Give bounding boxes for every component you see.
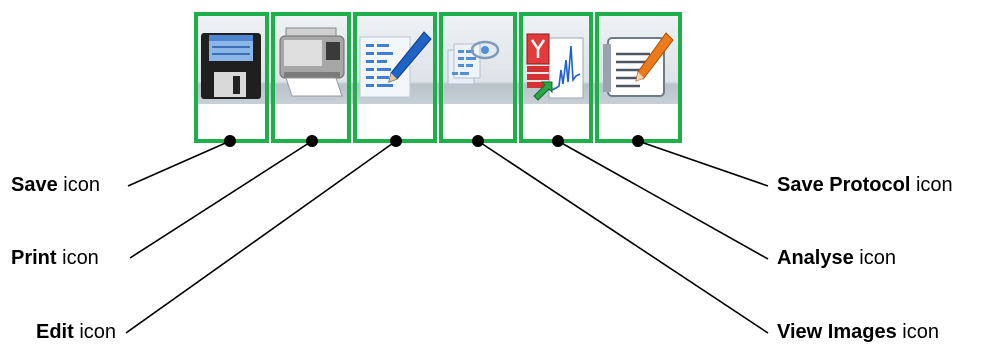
leader-lines (125, 140, 769, 334)
analyse-dot (552, 135, 564, 147)
print-dot (306, 135, 318, 147)
save-protocol-label-name: Save Protocol (777, 174, 911, 196)
save-protocol-leader-line (637, 140, 769, 187)
view-images-leader-line (477, 140, 769, 334)
save-protocol-notepad-icon[interactable] (603, 32, 674, 97)
edit-icon-label: Edit icon (36, 320, 116, 344)
save-label-suffix: icon (57, 174, 100, 196)
view-images-icon-label: View Images icon (777, 320, 939, 344)
print-label-suffix: icon (56, 247, 99, 269)
analyse-leader-line (557, 140, 769, 260)
save-protocol-icon-label: Save Protocol icon (777, 173, 953, 197)
view-images-label-suffix: icon (896, 321, 939, 343)
floppy-disk-icon[interactable] (201, 33, 261, 99)
view-images-dot (472, 135, 484, 147)
icon-legend-diagram: Save icon Print icon Edit icon Save Prot… (0, 0, 1002, 347)
save-dot (224, 135, 236, 147)
analyse-label-name: Analyse (777, 247, 854, 269)
analyse-icon-label: Analyse icon (777, 246, 896, 270)
edit-dot (390, 135, 402, 147)
edit-label-name: Edit (36, 321, 74, 343)
save-protocol-dot (632, 135, 644, 147)
edit-label-suffix: icon (73, 321, 117, 343)
save-protocol-label-suffix: icon (910, 174, 953, 196)
save-leader-line (127, 140, 231, 187)
print-leader-line (129, 140, 313, 259)
print-label-name: Print (11, 247, 57, 269)
analyse-label-suffix: icon (853, 247, 896, 269)
save-icon-label: Save icon (11, 173, 100, 197)
save-label-name: Save (11, 174, 58, 196)
print-icon-label: Print icon (11, 246, 99, 270)
view-images-label-name: View Images (777, 321, 897, 343)
printer-icon[interactable] (279, 27, 345, 97)
